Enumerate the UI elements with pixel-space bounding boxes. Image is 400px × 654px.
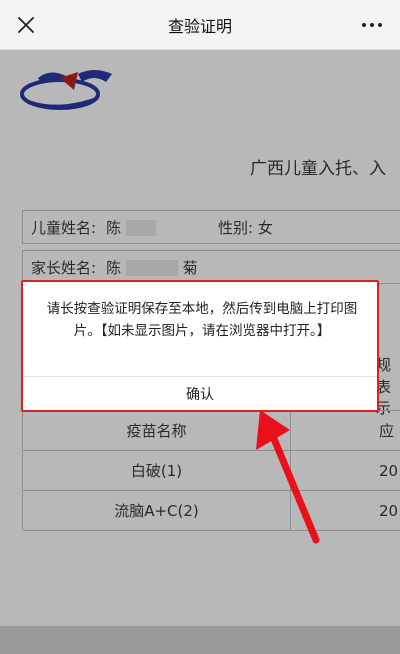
gender-field: 性别: 女 [218,217,273,238]
nav-bar: 查验证明 [0,0,400,50]
page-footer [0,626,400,654]
table-header-row: 疫苗名称 应 [23,411,400,451]
close-icon [18,17,34,33]
child-name-value: 陈 [106,217,156,238]
more-button[interactable] [358,12,386,38]
table-header-date: 应 [379,422,395,440]
parent-name-label: 家长姓名: [31,258,97,277]
gender-value: 女 [257,218,273,237]
dialog-message: 请长按查验证明保存至本地，然后传到电脑上打印图片。【如未显示图片，请在浏览器中打… [46,301,358,339]
table-row: 流脑A+C(2) 20 [23,491,400,531]
close-button[interactable] [12,11,40,39]
parent-info-row: 家长姓名: 陈 菊 [22,250,400,284]
save-instruction-dialog: 请长按查验证明保存至本地，然后传到电脑上打印图片。【如未显示图片，请在浏览器中打… [21,280,379,412]
more-icon [362,23,382,27]
child-name-label: 儿童姓名: [31,218,97,237]
annotation-arrow-icon [256,410,320,544]
vaccine-date: 20 [379,501,399,520]
cdc-logo [20,70,112,110]
gender-label: 性别: [218,218,254,237]
page-title: 查验证明 [167,16,232,36]
vaccine-table: 疫苗名称 应 白破(1) 20 流脑A+C(2) 20 [22,410,400,531]
redaction-blur [125,260,178,276]
child-info-row: 儿童姓名: 陈 性别: 女 [22,210,400,244]
vaccine-date: 20 [379,461,399,480]
redaction-blur [125,220,156,236]
table-row: 白破(1) 20 [23,451,400,491]
document-title: 广西儿童入托、入 [250,159,386,179]
parent-name-value: 陈 菊 [106,258,198,277]
